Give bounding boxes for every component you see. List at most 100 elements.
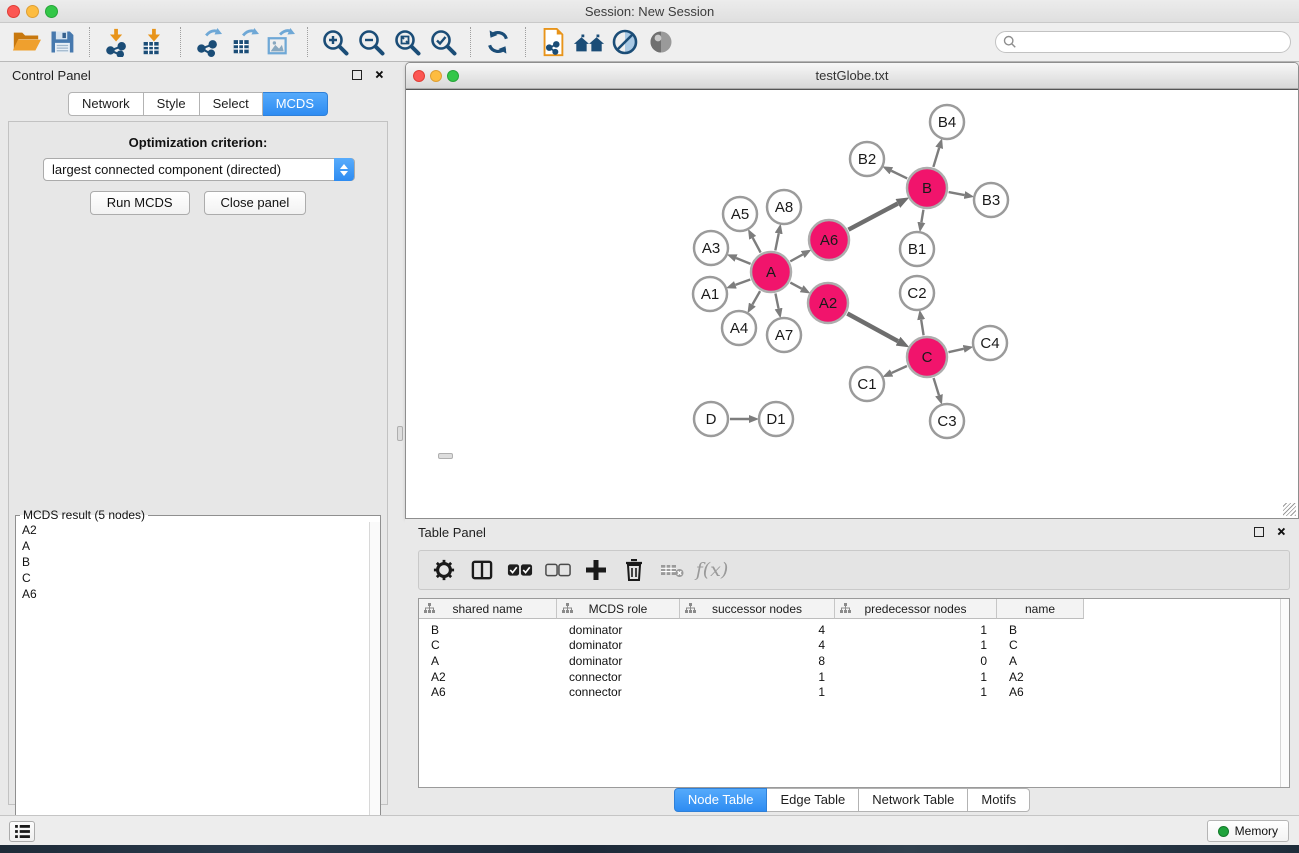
graph-edge-A-A8[interactable] bbox=[775, 233, 778, 250]
criterion-dropdown[interactable]: largest connected component (directed) bbox=[43, 158, 355, 181]
float-table-panel-icon[interactable] bbox=[1254, 527, 1264, 537]
import-table-icon[interactable] bbox=[135, 25, 171, 59]
result-scrollbar[interactable] bbox=[369, 522, 380, 852]
graph-node-B[interactable]: B bbox=[907, 168, 947, 208]
tab-select[interactable]: Select bbox=[200, 92, 263, 116]
column-header-name[interactable]: name bbox=[997, 599, 1084, 619]
graph-edge-A-A5[interactable] bbox=[753, 238, 761, 253]
window-resize-grip[interactable] bbox=[1283, 503, 1296, 516]
zoom-fit-icon[interactable] bbox=[389, 25, 425, 59]
table-cell[interactable]: 1 bbox=[835, 670, 997, 684]
network-graph[interactable]: B4B2BB3A8A5A6A3B1AC2A1A2A4A7C4CC1DD1C3 bbox=[406, 90, 1298, 519]
table-row[interactable]: Cdominator41C bbox=[419, 638, 1289, 654]
table-cell[interactable]: A2 bbox=[997, 670, 1084, 684]
graph-edge-A-A7[interactable] bbox=[775, 294, 778, 309]
network-close-button[interactable] bbox=[413, 70, 425, 82]
tab-node-table[interactable]: Node Table bbox=[674, 788, 768, 812]
graph-edge-A2-C[interactable] bbox=[847, 314, 898, 342]
graph-node-B3[interactable]: B3 bbox=[974, 183, 1008, 217]
graph-edge-C-C3[interactable] bbox=[934, 378, 939, 395]
network-minimize-button[interactable] bbox=[430, 70, 442, 82]
table-cell[interactable]: C bbox=[419, 638, 557, 652]
select-all-checkboxes-icon[interactable] bbox=[503, 553, 537, 587]
hide-graphics-details-icon[interactable] bbox=[607, 25, 643, 59]
graph-edge-A-A3[interactable] bbox=[736, 258, 751, 264]
tab-motifs[interactable]: Motifs bbox=[968, 788, 1030, 812]
search-input[interactable] bbox=[1022, 35, 1283, 49]
task-history-button[interactable] bbox=[9, 821, 35, 842]
tab-mcds[interactable]: MCDS bbox=[263, 92, 328, 116]
table-cell[interactable]: A6 bbox=[997, 685, 1084, 699]
table-row[interactable]: A6connector11A6 bbox=[419, 684, 1289, 700]
graph-node-A4[interactable]: A4 bbox=[722, 311, 756, 345]
graph-edge-A6-B[interactable] bbox=[848, 203, 897, 229]
column-header-MCDS-role[interactable]: MCDS role bbox=[557, 599, 680, 619]
graph-edge-B-B2[interactable] bbox=[891, 171, 907, 179]
graph-node-B4[interactable]: B4 bbox=[930, 105, 964, 139]
table-cell[interactable]: 1 bbox=[835, 638, 997, 652]
export-table-icon[interactable] bbox=[226, 25, 262, 59]
table-cell[interactable]: A6 bbox=[419, 685, 557, 699]
divider-handle[interactable] bbox=[397, 426, 403, 441]
graph-node-A5[interactable]: A5 bbox=[723, 197, 757, 231]
table-row[interactable]: A2connector11A2 bbox=[419, 669, 1289, 685]
graph-edge-A-A4[interactable] bbox=[752, 291, 760, 304]
function-builder-icon[interactable]: f(x) bbox=[693, 553, 727, 587]
duplicate-network-icon[interactable] bbox=[535, 25, 571, 59]
graph-edge-A-A6[interactable] bbox=[790, 254, 802, 261]
table-cell[interactable]: dominator bbox=[557, 623, 680, 637]
result-item[interactable]: C bbox=[16, 570, 380, 586]
export-image-icon[interactable] bbox=[262, 25, 298, 59]
result-item[interactable]: A6 bbox=[16, 586, 380, 602]
tab-edge-table[interactable]: Edge Table bbox=[767, 788, 859, 812]
zoom-in-icon[interactable] bbox=[317, 25, 353, 59]
graph-edge-A-A1[interactable] bbox=[735, 279, 750, 284]
memory-button[interactable]: Memory bbox=[1207, 820, 1289, 842]
close-panel-icon[interactable]: + bbox=[372, 68, 386, 82]
graph-node-B2[interactable]: B2 bbox=[850, 142, 884, 176]
graph-node-C4[interactable]: C4 bbox=[973, 326, 1007, 360]
delete-table-icon[interactable] bbox=[655, 553, 689, 587]
show-graphics-details-icon[interactable] bbox=[643, 25, 679, 59]
graph-node-C1[interactable]: C1 bbox=[850, 367, 884, 401]
table-cell[interactable]: C bbox=[997, 638, 1084, 652]
save-session-icon[interactable] bbox=[44, 25, 80, 59]
graph-node-C[interactable]: C bbox=[907, 337, 947, 377]
graph-edge-B-B4[interactable] bbox=[933, 148, 939, 167]
graph-node-B1[interactable]: B1 bbox=[900, 232, 934, 266]
graph-edge-C-C4[interactable] bbox=[948, 349, 963, 352]
node-table[interactable]: shared nameMCDS rolesuccessor nodesprede… bbox=[418, 598, 1290, 788]
zoom-selected-icon[interactable] bbox=[425, 25, 461, 59]
graph-edge-C-C1[interactable] bbox=[892, 366, 907, 373]
network-window-titlebar[interactable]: testGlobe.txt bbox=[406, 63, 1298, 89]
graph-node-A[interactable]: A bbox=[751, 252, 791, 292]
graph-node-D1[interactable]: D1 bbox=[759, 402, 793, 436]
table-cell[interactable]: dominator bbox=[557, 654, 680, 668]
horizontal-divider-handle[interactable] bbox=[438, 453, 453, 459]
result-item[interactable]: B bbox=[16, 554, 380, 570]
table-cell[interactable]: A bbox=[419, 654, 557, 668]
table-cell[interactable]: 1 bbox=[835, 623, 997, 637]
open-session-icon[interactable] bbox=[8, 25, 44, 59]
graph-node-A2[interactable]: A2 bbox=[808, 283, 848, 323]
table-cell[interactable]: 1 bbox=[680, 685, 835, 699]
export-network-icon[interactable] bbox=[190, 25, 226, 59]
table-cell[interactable]: connector bbox=[557, 685, 680, 699]
graph-node-A6[interactable]: A6 bbox=[809, 220, 849, 260]
graph-node-C3[interactable]: C3 bbox=[930, 404, 964, 438]
column-header-shared-name[interactable]: shared name bbox=[419, 599, 557, 619]
table-cell[interactable]: 4 bbox=[680, 638, 835, 652]
table-cell[interactable]: A2 bbox=[419, 670, 557, 684]
table-cell[interactable]: 0 bbox=[835, 654, 997, 668]
import-network-icon[interactable] bbox=[99, 25, 135, 59]
home-nested-network-icon[interactable] bbox=[571, 25, 607, 59]
table-row[interactable]: Bdominator41B bbox=[419, 622, 1289, 638]
table-cell[interactable]: 1 bbox=[680, 670, 835, 684]
run-mcds-button[interactable]: Run MCDS bbox=[90, 191, 190, 215]
table-cell[interactable]: 4 bbox=[680, 623, 835, 637]
settings-gear-icon[interactable] bbox=[427, 553, 461, 587]
add-row-icon[interactable] bbox=[579, 553, 613, 587]
network-canvas[interactable]: B4B2BB3A8A5A6A3B1AC2A1A2A4A7C4CC1DD1C3 bbox=[406, 89, 1298, 518]
column-header-predecessor-nodes[interactable]: predecessor nodes bbox=[835, 599, 997, 619]
column-header-successor-nodes[interactable]: successor nodes bbox=[680, 599, 835, 619]
